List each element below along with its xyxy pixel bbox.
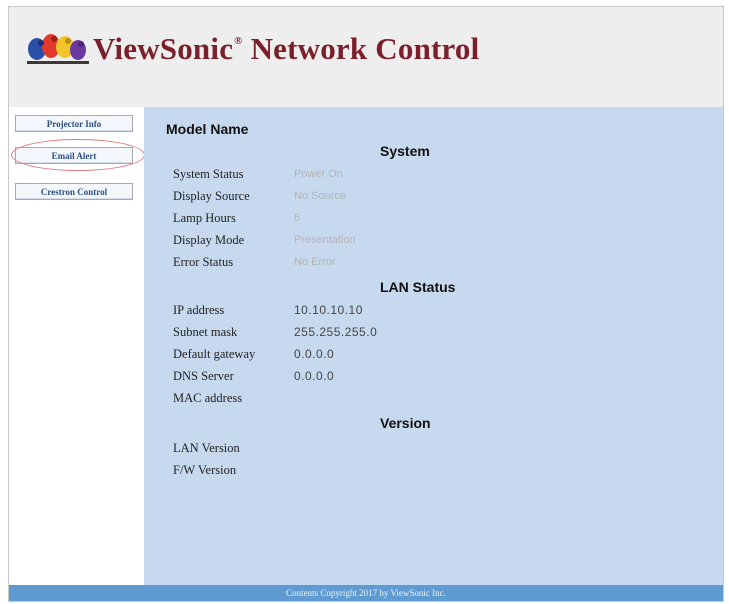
subnet-mask-value: 255.255.255.0 — [294, 325, 378, 339]
highlight-ellipse — [11, 139, 145, 171]
page-header: ViewSonic® Network Control — [9, 7, 723, 107]
birds-logo-icon — [27, 34, 89, 64]
section-title-version: Version — [380, 415, 431, 431]
lamp-hours-value: 6 — [294, 212, 301, 224]
dns-server-label: DNS Server — [173, 369, 234, 383]
display-source-value: No Source — [294, 190, 346, 202]
fw-version-label: F/W Version — [173, 463, 237, 477]
registered-mark: ® — [234, 35, 243, 47]
section-title-lan-status: LAN Status — [380, 279, 456, 295]
default-gateway-label: Default gateway — [173, 347, 256, 361]
system-status-label: System Status — [173, 167, 244, 181]
lamp-hours-label: Lamp Hours — [173, 211, 236, 225]
ip-address-value: 10.10.10.10 — [294, 303, 363, 317]
dns-server-value: 0.0.0.0 — [294, 369, 335, 383]
sidebar-item-projector-info[interactable]: Projector Info — [15, 115, 133, 132]
mac-address-label: MAC address — [173, 391, 243, 405]
sidebar: Projector Info Email Alert Crestron Cont… — [9, 107, 145, 585]
display-mode-value: Presentation — [294, 234, 356, 246]
error-status-value: No Error — [294, 256, 336, 268]
brand-product: Network Control — [250, 31, 480, 66]
browser-frame: ViewSonic® Network Control Projector Info… — [8, 6, 724, 602]
ip-address-label: IP address — [173, 303, 225, 317]
model-name-label: Model Name — [166, 121, 249, 137]
brand-title: ViewSonic® Network Control — [93, 31, 479, 67]
display-mode-label: Display Mode — [173, 233, 245, 247]
error-status-label: Error Status — [173, 255, 234, 269]
lan-version-label: LAN Version — [173, 441, 240, 455]
system-status-value: Power On — [294, 168, 343, 180]
subnet-mask-label: Subnet mask — [173, 325, 238, 339]
display-source-label: Display Source — [173, 189, 250, 203]
section-title-system: System — [380, 143, 430, 159]
copyright-footer: Contents Copyright 2017 by ViewSonic Inc… — [9, 585, 723, 601]
default-gateway-value: 0.0.0.0 — [294, 347, 335, 361]
info-panel: Model Name System System Status Power On… — [144, 107, 723, 585]
sidebar-item-crestron-control[interactable]: Crestron Control — [15, 183, 133, 200]
brand-name: ViewSonic — [93, 31, 234, 66]
